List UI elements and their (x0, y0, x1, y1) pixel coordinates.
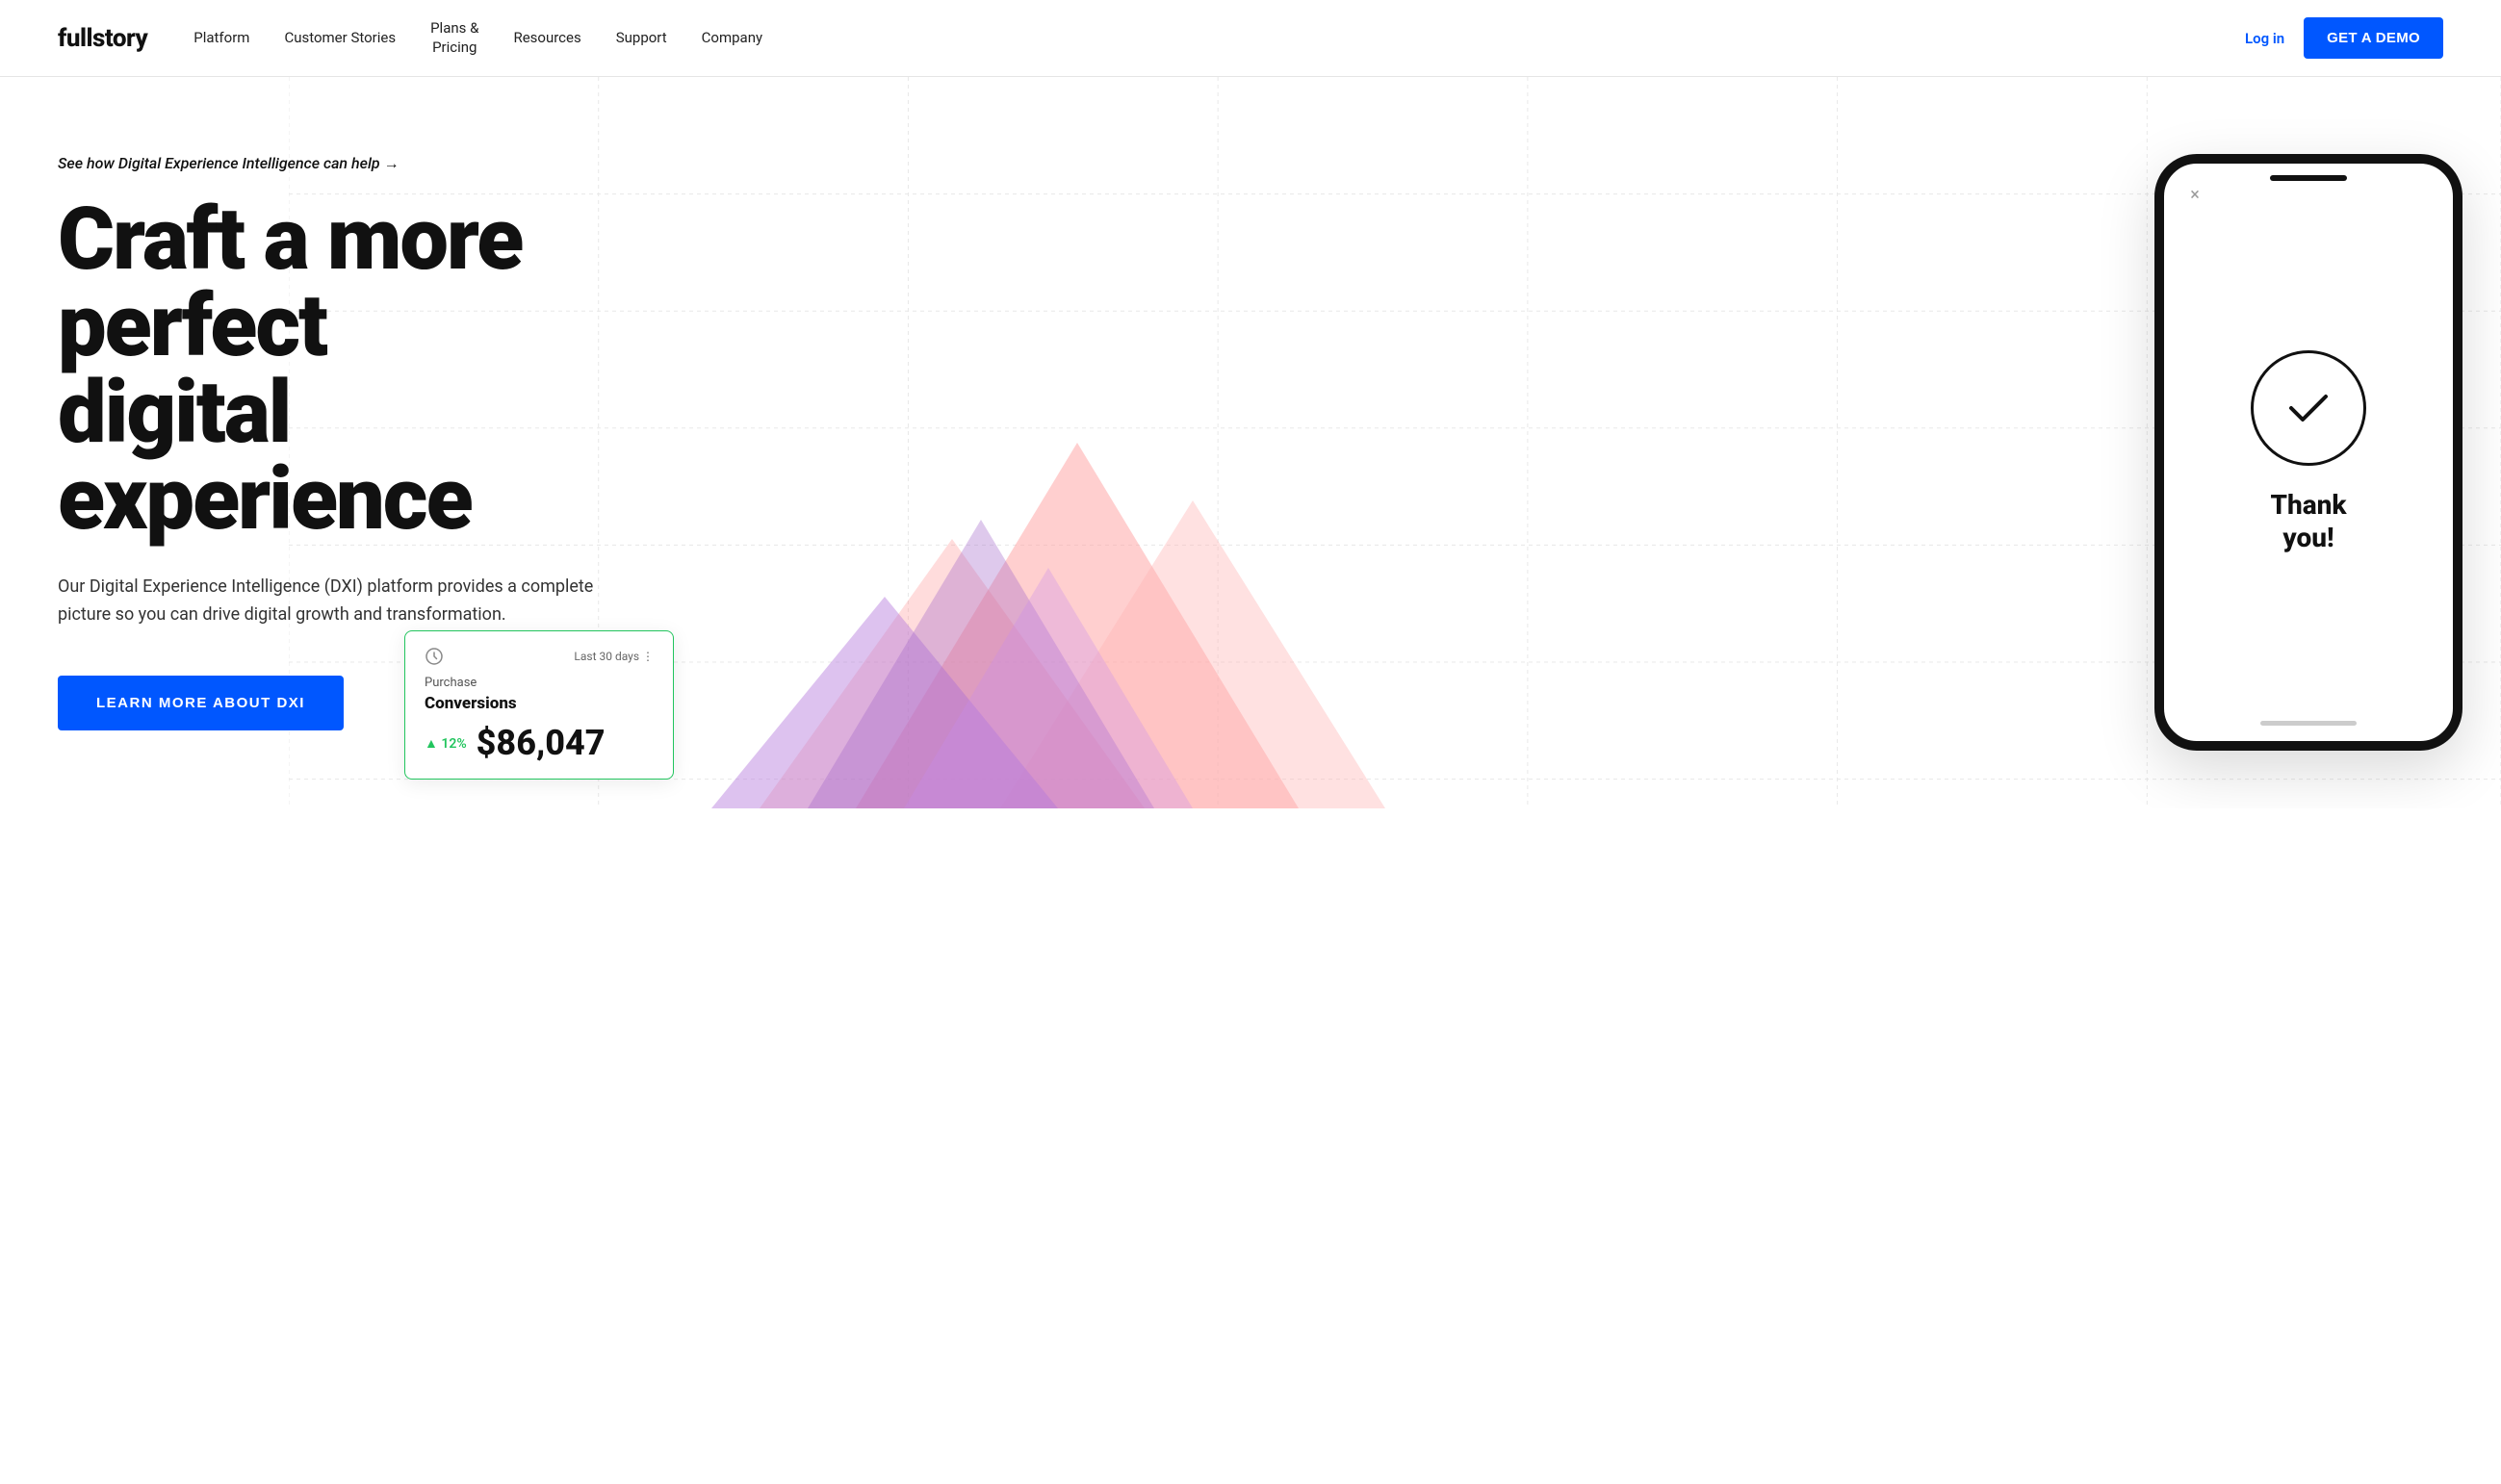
phone-thank-you-text: Thankyou! (2270, 489, 2346, 553)
learn-more-button[interactable]: LEARN MORE ABOUT DXI (58, 676, 344, 730)
nav-item-company[interactable]: Company (702, 29, 762, 48)
phone-frame: × Thankyou! (2154, 154, 2462, 751)
get-demo-button[interactable]: GET A DEMO (2304, 17, 2443, 59)
header-actions: Log in GET A DEMO (2245, 17, 2443, 59)
checkmark-icon (2251, 350, 2366, 466)
stats-card: Last 30 days ⋮ Purchase Conversions ▲ 12… (404, 630, 674, 780)
main-nav: Platform Customer Stories Plans & Pricin… (193, 19, 2245, 57)
hero-section: See how Digital Experience Intelligence … (0, 77, 2501, 808)
phone-notch (2270, 175, 2347, 181)
hero-description: Our Digital Experience Intelligence (DXI… (58, 574, 597, 629)
stats-card-header: Last 30 days ⋮ (425, 647, 654, 666)
stats-title: Conversions (425, 694, 654, 713)
header: fullstory Platform Customer Stories Plan… (0, 0, 2501, 77)
nav-item-customer-stories[interactable]: Customer Stories (284, 29, 396, 48)
clock-icon (425, 647, 444, 666)
stats-period: Last 30 days ⋮ (574, 650, 654, 663)
nav-item-plans-pricing[interactable]: Plans & Pricing (430, 19, 478, 57)
stats-label: Purchase (425, 676, 654, 690)
stats-number: $86,047 (477, 723, 606, 763)
stats-change: ▲ 12% (425, 735, 467, 752)
stats-value-row: ▲ 12% $86,047 (425, 723, 654, 763)
login-link[interactable]: Log in (2245, 30, 2284, 47)
nav-item-resources[interactable]: Resources (513, 29, 580, 48)
logo[interactable]: fullstory (58, 24, 147, 53)
nav-item-platform[interactable]: Platform (193, 29, 249, 48)
phone-mockup: × Thankyou! (2154, 154, 2462, 751)
hero-eyebrow[interactable]: See how Digital Experience Intelligence … (58, 154, 712, 173)
hero-title: Craft a more perfect digital experience (58, 196, 712, 543)
phone-scrollbar (2260, 721, 2357, 726)
close-icon[interactable]: × (2183, 183, 2206, 206)
nav-item-support[interactable]: Support (616, 29, 667, 48)
